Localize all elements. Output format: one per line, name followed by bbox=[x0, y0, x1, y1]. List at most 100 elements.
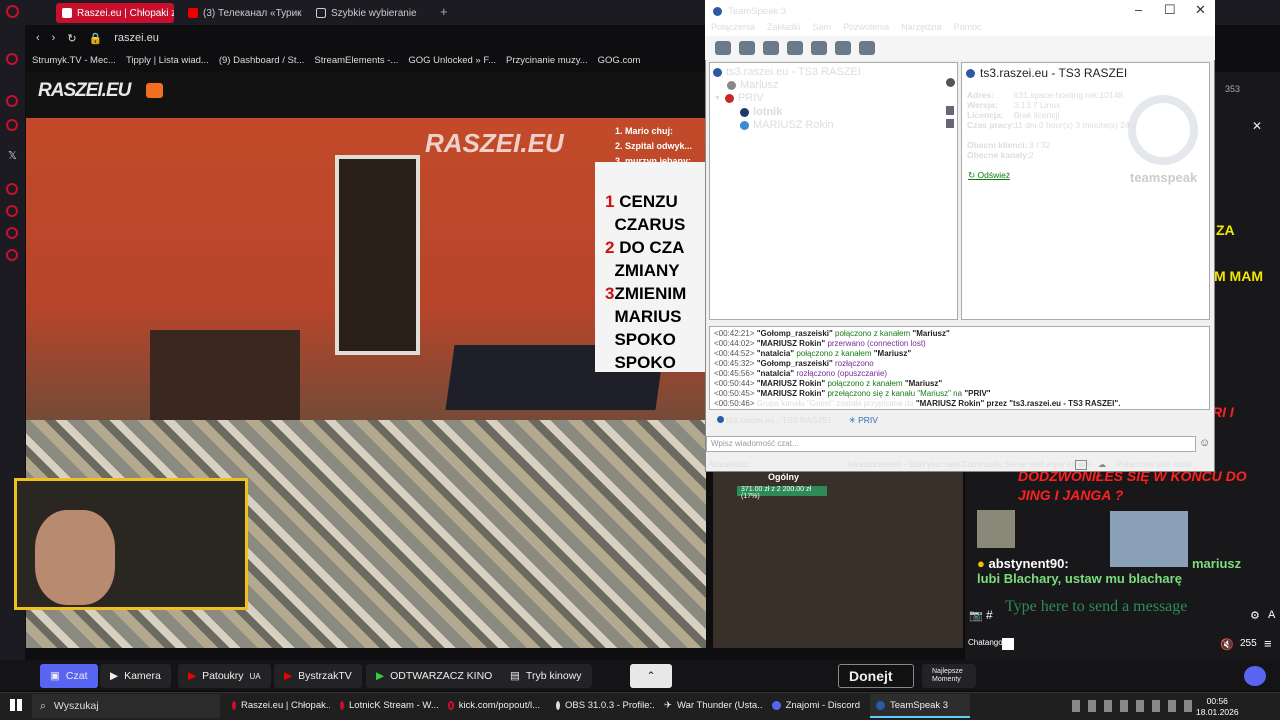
camera-icon[interactable]: 📷 bbox=[969, 609, 983, 622]
mute-mic-icon[interactable] bbox=[763, 41, 779, 55]
taskbar-app-browser[interactable]: LotnicK Stream - W... bbox=[334, 694, 438, 718]
opera-logo-icon[interactable] bbox=[6, 5, 19, 18]
camera-button[interactable]: ▶ Kamera bbox=[100, 664, 171, 688]
taskbar-app-browser[interactable]: kick.com/popout/l... bbox=[442, 694, 546, 718]
refresh-link[interactable]: ↻ Odśwież bbox=[968, 170, 1010, 181]
tab-server[interactable]: ts3.raszei.eu - TS3 RASZEI bbox=[717, 415, 831, 425]
tab-speed-dial[interactable]: Szybkie wybieranie bbox=[310, 3, 430, 23]
taskbar-clock[interactable]: 00:56 18.01.2026 bbox=[1196, 696, 1239, 718]
youtube-icon: ▶ bbox=[284, 670, 293, 682]
info-row: Adres: lt31.space-hosting.net:10148 bbox=[967, 90, 1124, 100]
site-logo[interactable]: RASZEI.EU bbox=[38, 80, 131, 102]
maximize-icon[interactable]: ☐ bbox=[1164, 2, 1176, 18]
user-mariusz-rokin[interactable]: MARIUSZ Rokin bbox=[740, 119, 834, 131]
reload-icon[interactable]: ↻ bbox=[67, 32, 76, 45]
chat-bubble-icon[interactable] bbox=[811, 41, 827, 55]
url-text[interactable]: raszei.eu bbox=[114, 32, 159, 44]
youtube-favicon-icon bbox=[188, 8, 198, 18]
disconnect-icon[interactable] bbox=[739, 41, 755, 55]
bookmark-item[interactable]: Przycinanie muzy... bbox=[506, 55, 588, 66]
tab-raszei[interactable]: Raszei.eu | Chłopaki z Ras bbox=[56, 3, 174, 23]
sidebar-app-icon[interactable] bbox=[6, 53, 18, 65]
war-thunder-icon: ✈ bbox=[664, 699, 672, 711]
chat-message-input[interactable]: Wpisz wiadomość czat... bbox=[706, 436, 1196, 452]
mute-speaker-icon[interactable] bbox=[787, 41, 803, 55]
mute-icon[interactable]: 🔇 bbox=[1220, 638, 1234, 651]
channel-priv[interactable]: ▼ PRIV bbox=[714, 92, 764, 104]
tab-priv[interactable]: ✳ PRIV bbox=[849, 415, 878, 426]
patoukry-button[interactable]: ▶ Patoukry UA bbox=[178, 664, 271, 688]
discord-icon[interactable] bbox=[1244, 666, 1266, 686]
tab-youtube[interactable]: (3) Телеканал «Турик и К bbox=[182, 3, 302, 23]
menu-item[interactable]: Sam bbox=[813, 22, 832, 36]
tray-icons[interactable] bbox=[1072, 700, 1192, 712]
cinema-player-button[interactable]: ▶ ODTWARZACZ KINO bbox=[366, 664, 503, 688]
taskbar-app-warthunder[interactable]: ✈ War Thunder (Usta... bbox=[658, 694, 762, 718]
emoji-icon[interactable]: ☺ bbox=[1199, 437, 1210, 449]
expand-icon[interactable]: ▼ bbox=[714, 95, 721, 102]
away-icon[interactable] bbox=[859, 41, 875, 55]
close-chat-icon[interactable]: ✕ bbox=[1252, 119, 1262, 133]
cinema-mode-button[interactable]: ▤ Tryb kinowy bbox=[500, 664, 592, 688]
taskbar-app-browser[interactable]: Raszei.eu | Chłopak... bbox=[226, 694, 330, 718]
hash-label[interactable]: # bbox=[986, 608, 993, 622]
user-lotnik[interactable]: lotnik bbox=[740, 106, 782, 118]
start-icon[interactable] bbox=[10, 699, 22, 711]
log-line: <00:42:21> "Gołomp_raszeiski" połączono … bbox=[714, 329, 950, 338]
server-log: <00:42:21> "Gołomp_raszeiski" połączono … bbox=[709, 326, 1210, 410]
taskbar-search[interactable]: ⌕ Wyszukaj bbox=[32, 694, 220, 718]
badge-icon: ● bbox=[977, 556, 985, 571]
rss-icon[interactable] bbox=[146, 83, 163, 98]
chat-button[interactable]: ▣ Czat bbox=[40, 664, 98, 688]
server-node[interactable]: ts3.raszei.eu - TS3 RASZEI bbox=[713, 66, 861, 78]
minimize-icon[interactable]: – bbox=[1135, 2, 1142, 17]
chat-fragment: ZA bbox=[1216, 222, 1235, 238]
close-announcement-icon[interactable]: ✕ bbox=[1075, 459, 1087, 470]
best-moments-button[interactable]: Najlepsze Momenty bbox=[922, 664, 976, 688]
bookmark-item[interactable]: (9) Dashboard / St... bbox=[219, 55, 305, 66]
chat-settings-icon[interactable]: ⚙ bbox=[1250, 609, 1260, 622]
menu-item[interactable]: Pomoc bbox=[954, 22, 982, 36]
channel-mariusz[interactable]: Mariusz bbox=[727, 79, 779, 91]
sidebar-app-icon[interactable] bbox=[6, 227, 18, 239]
server-icon bbox=[717, 416, 724, 423]
video-table bbox=[150, 330, 300, 430]
taskbar-app-teamspeak[interactable]: TeamSpeak 3 bbox=[870, 694, 970, 718]
chat-input[interactable]: Type here to send a message bbox=[1005, 598, 1245, 622]
contacts-icon[interactable] bbox=[835, 41, 851, 55]
sidebar-app-icon[interactable] bbox=[6, 95, 18, 107]
menu-item[interactable]: Połączenia bbox=[711, 22, 755, 36]
close-icon[interactable]: ✕ bbox=[1195, 2, 1206, 18]
menu-item[interactable]: Zakładki bbox=[767, 22, 801, 36]
settings-icon[interactable] bbox=[6, 249, 18, 261]
x-icon[interactable]: 𝕏 bbox=[8, 149, 17, 162]
taskbar-app-discord[interactable]: Znajomi - Discord bbox=[766, 694, 866, 718]
bookmark-item[interactable]: GOG.com bbox=[598, 55, 641, 66]
sidebar-app-icon[interactable] bbox=[6, 119, 18, 131]
sidebar-app-icon[interactable] bbox=[6, 183, 18, 195]
bookmark-item[interactable]: GOG Unlocked » F... bbox=[408, 55, 496, 66]
address-bar[interactable]: ‹ › ↻ 🔒 raszei.eu bbox=[26, 27, 706, 49]
bookmark-item[interactable]: StreamElements -... bbox=[314, 55, 398, 66]
taskbar-app-obs[interactable]: OBS 31.0.3 - Profile:... bbox=[550, 694, 654, 718]
history-icon[interactable] bbox=[6, 205, 18, 217]
font-icon[interactable]: A bbox=[1268, 609, 1275, 621]
donate-button[interactable]: Donejt bbox=[838, 664, 914, 688]
bookmark-item[interactable]: Tipply | Lista wiad... bbox=[126, 55, 209, 66]
back-icon[interactable]: ‹ bbox=[36, 32, 40, 44]
chatango-box-icon[interactable] bbox=[1002, 638, 1014, 650]
new-tab-icon[interactable]: + bbox=[440, 4, 448, 19]
connect-icon[interactable] bbox=[715, 41, 731, 55]
bystrzaktv-button[interactable]: ▶ BystrzakTV bbox=[274, 664, 362, 688]
announcement-text: Announcement - Start your own Community … bbox=[847, 460, 1092, 469]
menu-item[interactable]: Pozwolenia bbox=[843, 22, 889, 36]
bookmark-item[interactable]: Strumyk.TV - Mec... bbox=[32, 55, 116, 66]
obs-icon bbox=[556, 700, 560, 710]
forward-icon[interactable]: › bbox=[52, 32, 56, 44]
menu-icon[interactable]: ≡ bbox=[1264, 636, 1272, 651]
log-line: <00:50:45> "MARIUSZ Rokin" przełączono s… bbox=[714, 389, 991, 398]
menu-item[interactable]: Narzędzia bbox=[901, 22, 942, 36]
collapse-toolbar-button[interactable]: ⌃ bbox=[630, 664, 672, 688]
lock-icon: 🔒 bbox=[88, 32, 103, 45]
connection-status: Połączono jako lotnik bbox=[1117, 460, 1193, 469]
